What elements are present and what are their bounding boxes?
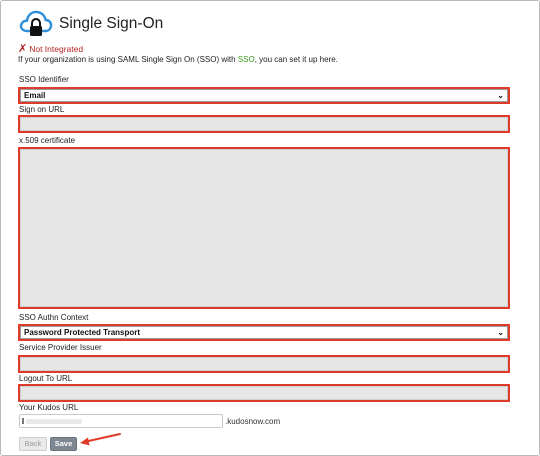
logout-url-input[interactable] xyxy=(20,386,508,400)
authn-context-value: Password Protected Transport xyxy=(24,328,141,337)
status-text: Not Integrated xyxy=(29,44,84,54)
sso-settings-panel: Single Sign-On ✗ Not Integrated If your o… xyxy=(0,0,540,456)
intro-text-after: , you can set it up here. xyxy=(254,55,338,64)
redacted-subdomain xyxy=(26,419,82,424)
kudos-url-label: Your Kudos URL xyxy=(19,403,79,412)
sso-identifier-value: Email xyxy=(24,91,46,100)
intro-text-before: If your organization is using SAML Singl… xyxy=(18,55,238,64)
chevron-down-icon: ⌄ xyxy=(497,328,504,337)
certificate-label: x.509 certificate xyxy=(19,136,76,145)
arrow-left-icon xyxy=(80,433,121,446)
authn-context-label: SSO Authn Context xyxy=(19,313,89,322)
issuer-input[interactable] xyxy=(20,357,508,371)
kudos-url-suffix: .kudosnow.com xyxy=(225,417,281,426)
authn-context-select[interactable]: Password Protected Transport ⌄ xyxy=(20,326,508,339)
logout-url-label: Logout To URL xyxy=(19,374,73,383)
sign-on-url-label: Sign on URL xyxy=(19,105,65,114)
text-cursor xyxy=(22,418,24,424)
sso-link[interactable]: SSO xyxy=(238,55,255,64)
back-button[interactable]: Back xyxy=(19,437,47,451)
intro-text: If your organization is using SAML Singl… xyxy=(18,55,338,64)
sign-on-url-input[interactable] xyxy=(20,117,508,131)
kudos-url-input[interactable] xyxy=(19,414,223,428)
integration-status: ✗ Not Integrated xyxy=(18,42,83,55)
sso-identifier-select[interactable]: Email ⌄ xyxy=(20,89,508,102)
x-mark-icon: ✗ xyxy=(18,43,28,55)
sso-identifier-label: SSO Identifier xyxy=(19,75,69,84)
save-button[interactable]: Save xyxy=(50,437,77,451)
certificate-textarea[interactable] xyxy=(20,149,508,307)
issuer-label: Service Provider Issuer xyxy=(19,343,102,352)
cloud-lock-icon xyxy=(19,10,53,36)
chevron-down-icon: ⌄ xyxy=(497,91,504,100)
page-title: Single Sign-On xyxy=(59,15,164,32)
